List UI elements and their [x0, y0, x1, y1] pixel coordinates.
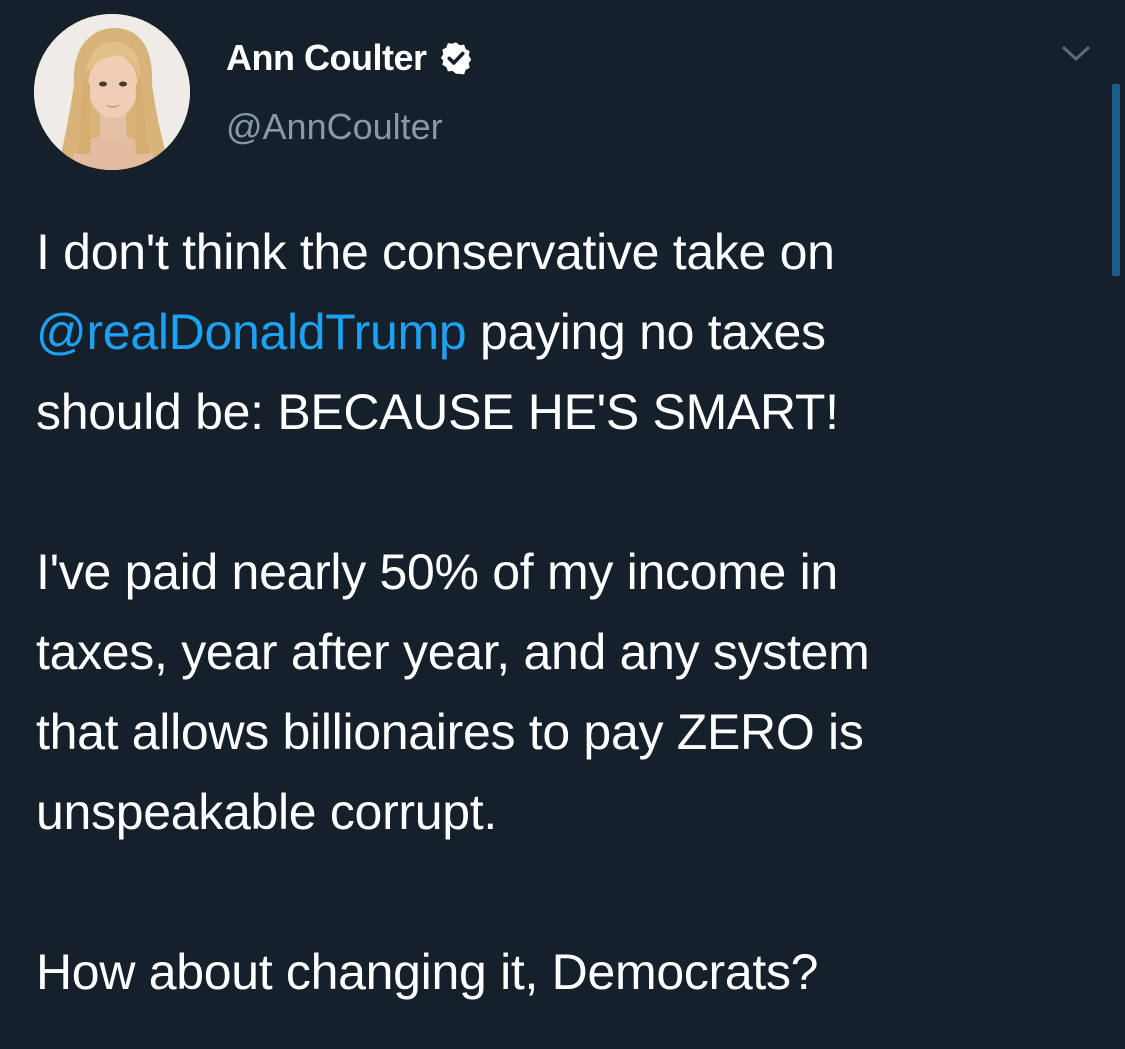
verified-badge-icon: [438, 40, 474, 76]
chevron-down-icon[interactable]: [1058, 42, 1094, 66]
display-name[interactable]: Ann Coulter: [226, 37, 427, 79]
tweet-text: I don't think the conservative take on @…: [36, 212, 1106, 1012]
tweet-line-fragment: paying no taxes: [466, 304, 826, 360]
mention-link[interactable]: @realDonaldTrump: [36, 304, 467, 360]
avatar[interactable]: [34, 14, 190, 170]
tweet-line: unspeakable corrupt.: [36, 784, 497, 840]
author-row: Ann Coulter: [226, 36, 474, 80]
tweet-line: I don't think the conservative take on: [36, 224, 835, 280]
tweet-card: Ann Coulter @AnnCoulter I don't think th…: [0, 0, 1125, 1049]
profile-photo: [34, 14, 190, 170]
tweet-line: should be: BECAUSE HE'S SMART!: [36, 384, 839, 440]
tweet-line: @realDonaldTrump paying no taxes: [36, 292, 1106, 372]
user-handle[interactable]: @AnnCoulter: [226, 106, 443, 148]
tweet-line: How about changing it, Democrats?: [36, 944, 819, 1000]
tweet-line: I've paid nearly 50% of my income in: [36, 544, 838, 600]
tweet-line: taxes, year after year, and any system: [36, 624, 870, 680]
tweet-line: that allows billionaires to pay ZERO is: [36, 704, 864, 760]
scrollbar[interactable]: [1112, 84, 1120, 276]
